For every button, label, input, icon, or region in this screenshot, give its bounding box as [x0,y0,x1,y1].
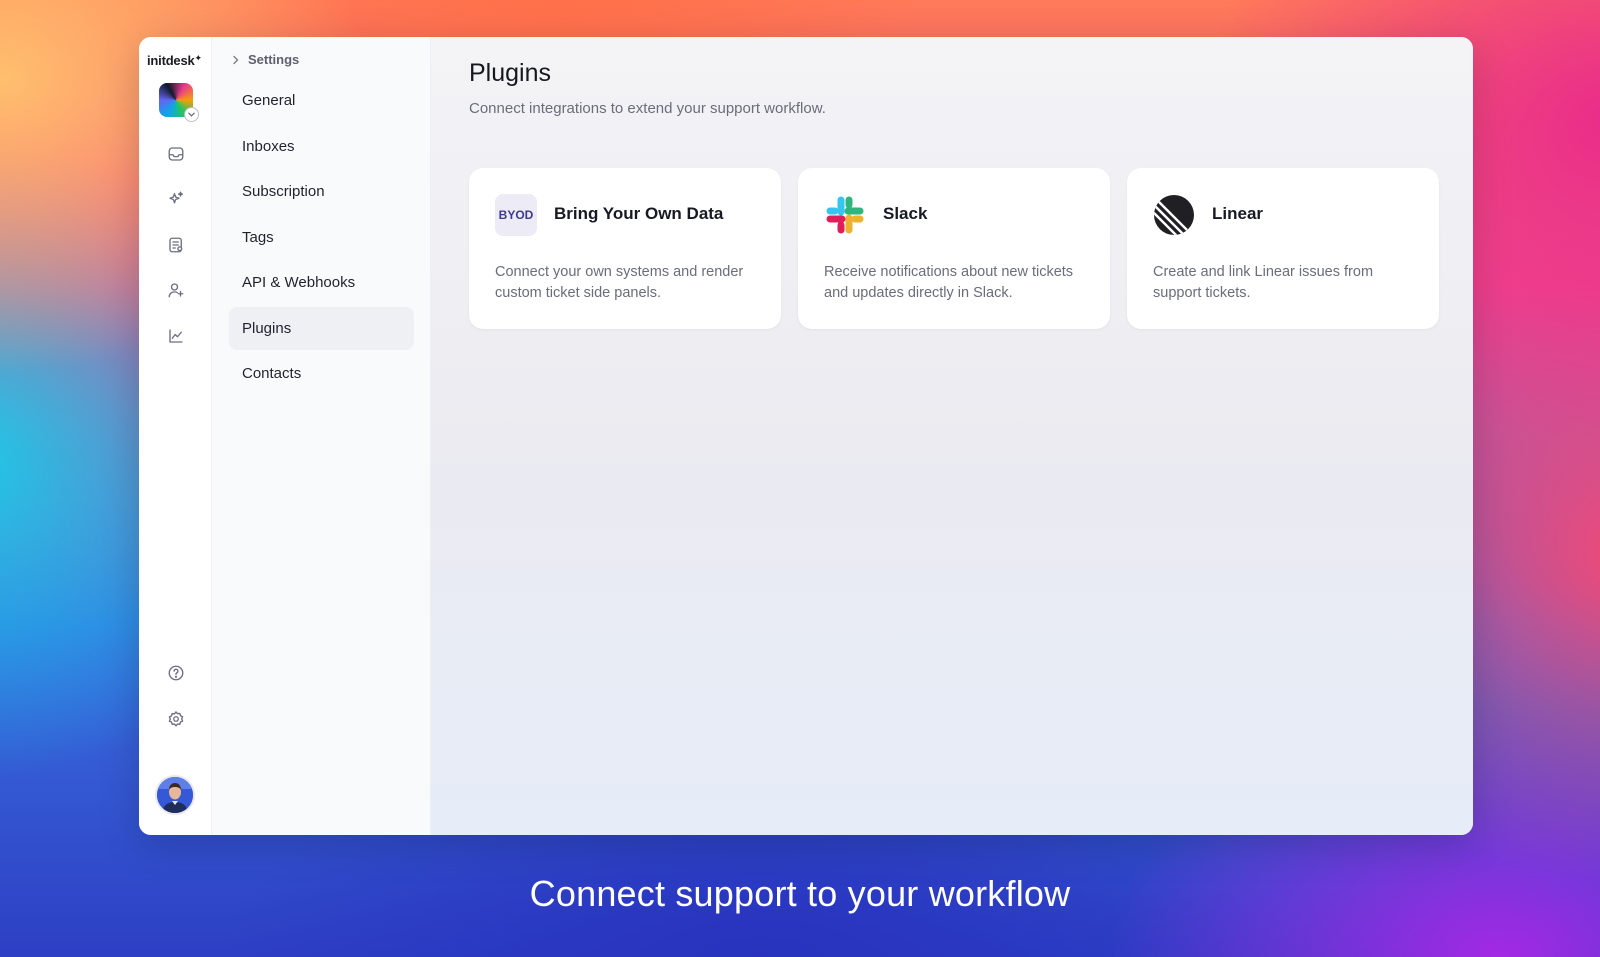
app-window: initdesk✦ Settings General Inboxes Subsc… [139,37,1473,835]
plugin-title: Bring Your Own Data [554,204,724,223]
nav-item-tags[interactable]: Tags [229,216,414,259]
plugin-description: Connect your own systems and render cust… [495,264,744,301]
notes-icon[interactable] [164,233,188,257]
nav-item-api-webhooks[interactable]: API & Webhooks [229,261,414,304]
chevron-right-icon [233,55,239,64]
plugin-card-byod[interactable]: BYOD Bring Your Own Data Connect your ow… [469,168,781,329]
plugin-description: Receive notifications about new tickets … [824,264,1074,301]
settings-nav: Settings General Inboxes Subscription Ta… [212,37,431,835]
user-add-icon[interactable] [164,278,188,302]
chevron-down-icon[interactable] [184,107,199,122]
page-subtitle: Connect integrations to extend your supp… [469,100,826,117]
marketing-tagline: Connect support to your workflow [529,873,1071,914]
plugin-card-slack[interactable]: Slack Receive notifications about new ti… [798,168,1110,329]
nav-item-inboxes[interactable]: Inboxes [229,125,414,168]
brand-mark: ✦ [194,53,203,63]
byod-logo: BYOD [495,194,537,236]
sparkles-icon[interactable] [164,187,188,211]
breadcrumb[interactable]: Settings [232,52,299,67]
inbox-icon[interactable] [164,142,188,166]
main-content: Plugins Connect integrations to extend y… [431,37,1473,835]
nav-item-general[interactable]: General [229,79,414,122]
plugin-title: Slack [883,204,928,223]
nav-item-subscription[interactable]: Subscription [229,170,414,213]
help-icon[interactable] [164,661,188,685]
breadcrumb-settings: Settings [248,52,300,67]
icon-rail: initdesk✦ [139,37,212,835]
plugin-description: Create and link Linear issues from suppo… [1153,264,1374,301]
nav-item-plugins[interactable]: Plugins [229,307,414,350]
linear-logo-icon [1153,194,1195,236]
brand-logo: initdesk✦ [147,53,202,68]
slack-logo-icon [824,194,866,236]
nav-item-contacts[interactable]: Contacts [229,352,414,395]
gear-icon[interactable] [164,707,188,731]
chart-icon[interactable] [164,324,188,348]
brand-name: initdesk [147,53,195,68]
plugin-title: Linear [1212,204,1264,223]
user-avatar[interactable] [155,775,195,815]
page-title: Plugins [469,59,551,87]
plugin-card-linear[interactable]: Linear Create and link Linear issues fro… [1127,168,1439,329]
